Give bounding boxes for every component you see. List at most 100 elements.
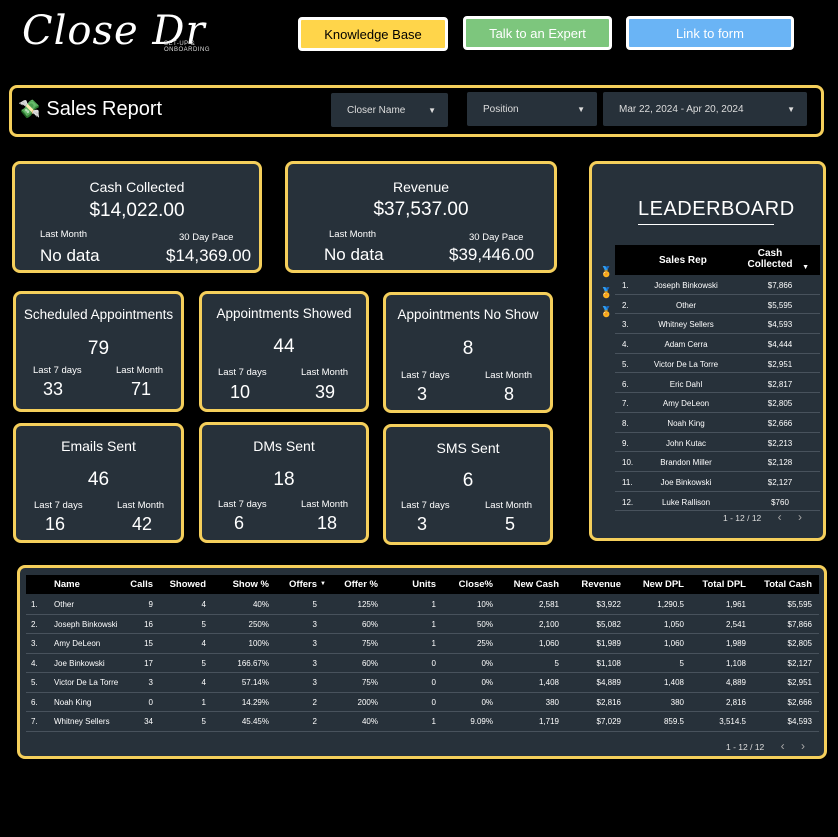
row-value: 0 bbox=[431, 678, 436, 687]
col-header[interactable]: Showed bbox=[170, 579, 206, 590]
row-rank: 2. bbox=[31, 619, 38, 629]
col-cash-collected-label: Cash Collected bbox=[747, 248, 793, 270]
table-row[interactable]: 3. Amy DeLeon 15 4 100% 3 75% 1 25% 1,060 $1,989 1,… bbox=[26, 634, 819, 654]
silver-medal-icon: 🏅 bbox=[600, 288, 613, 299]
col-header[interactable]: New Cash bbox=[514, 579, 559, 590]
col-header[interactable]: Units bbox=[412, 579, 436, 590]
row-name: Joe Binkowski bbox=[54, 658, 105, 668]
row-value: 1,408 bbox=[538, 678, 559, 687]
col-header[interactable]: Calls bbox=[130, 579, 153, 590]
col-header[interactable]: Close% bbox=[459, 579, 493, 590]
col-header[interactable]: Show % bbox=[233, 579, 269, 590]
col-header[interactable]: Revenue bbox=[581, 579, 621, 590]
row-value: 57.14% bbox=[241, 678, 269, 687]
leaderboard-row[interactable]: 12. Luke Rallison $760 bbox=[615, 492, 820, 512]
kpi-sub1-value: No data bbox=[40, 246, 100, 265]
row-value: 3 bbox=[312, 619, 317, 629]
rep-name: Joe Binkowski bbox=[660, 478, 712, 487]
position-dropdown[interactable]: Position ▼ bbox=[467, 92, 597, 126]
col-header[interactable]: Total DPL bbox=[702, 579, 746, 590]
row-value: 50% bbox=[476, 619, 493, 629]
col-sales-rep[interactable]: Sales Rep bbox=[659, 255, 707, 266]
date-range-dropdown[interactable]: Mar 22, 2024 - Apr 20, 2024 ▼ bbox=[603, 92, 807, 126]
kpi-title: Appointments Showed bbox=[216, 306, 352, 321]
kpi-title: DMs Sent bbox=[253, 438, 315, 454]
chevron-right-icon[interactable]: › bbox=[798, 510, 802, 524]
cash-collected: $2,951 bbox=[767, 359, 793, 369]
chevron-left-icon[interactable]: ‹ bbox=[781, 739, 785, 753]
row-value: 1,060 bbox=[538, 639, 559, 648]
row-value: 5 bbox=[554, 658, 559, 668]
leaderboard-row[interactable]: 8. Noah King $2,666 bbox=[615, 413, 820, 433]
col-header[interactable]: New DPL bbox=[643, 579, 684, 590]
table-row[interactable]: 7. Whitney Sellers 34 5 45.45% 2 40% 1 9.09% 1,71… bbox=[26, 712, 819, 732]
pager-label: 1 - 12 / 12 bbox=[726, 742, 765, 752]
leaderboard-row[interactable]: 4. Adam Cerra $4,444 bbox=[615, 334, 820, 354]
caret-down-icon: ▼ bbox=[428, 105, 436, 115]
row-value: 2 bbox=[312, 697, 317, 707]
leaderboard-row[interactable]: 1. Joseph Binkowski $7,866 bbox=[615, 275, 820, 295]
cash-collected: $4,593 bbox=[767, 320, 793, 330]
table-row[interactable]: 5. Victor De La Torre 3 4 57.14% 3 75% 0 0% 1,408… bbox=[26, 673, 819, 693]
row-value: 3 bbox=[312, 639, 317, 648]
kpi-sub1-value: 16 bbox=[45, 514, 66, 534]
row-value: 34 bbox=[144, 717, 153, 726]
leaderboard-row[interactable]: 7. Amy DeLeon $2,805 bbox=[615, 393, 820, 413]
cash-collected: $5,595 bbox=[767, 300, 793, 310]
row-value: 1,989 bbox=[725, 639, 746, 648]
leaderboard-row[interactable]: 11. Joe Binkowski $2,127 bbox=[615, 472, 820, 492]
knowledge-base-button[interactable]: Knowledge Base bbox=[298, 17, 448, 51]
rep-name: Other bbox=[675, 300, 696, 310]
row-value: 15 bbox=[144, 639, 153, 648]
col-header[interactable]: Total Cash bbox=[764, 579, 812, 590]
rank: 2. bbox=[622, 300, 629, 310]
cash-collected: $2,805 bbox=[767, 399, 793, 409]
col-header[interactable]: Name bbox=[54, 579, 80, 590]
kpi-sms-sent: SMS Sent 6 Last 7 days 3 Last Month 5 bbox=[383, 424, 553, 545]
row-name: Amy DeLeon bbox=[54, 639, 101, 648]
table-row[interactable]: 6. Noah King 0 1 14.29% 2 200% 0 0% 380 $2,816 380 2… bbox=[26, 693, 819, 712]
row-value: 100% bbox=[248, 639, 269, 648]
kpi-title: Revenue bbox=[392, 179, 450, 195]
leaderboard-row[interactable]: 5. Victor De La Torre $2,951 bbox=[615, 354, 820, 374]
row-value: 1,961 bbox=[725, 600, 746, 609]
col-cash-collected[interactable]: Cash Collected ▼ bbox=[741, 248, 809, 271]
table-row[interactable]: 2. Joseph Binkowski 16 5 250% 3 60% 1 50% 2,100 $5… bbox=[26, 615, 819, 634]
rank: 3. bbox=[622, 320, 629, 330]
chevron-left-icon[interactable]: ‹ bbox=[778, 510, 782, 524]
kpi-sub1-value: 10 bbox=[230, 382, 251, 402]
cash-collected: $2,128 bbox=[767, 458, 793, 468]
leaderboard-row[interactable]: 10. Brandon Miller $2,128 bbox=[615, 452, 820, 472]
row-value: $5,082 bbox=[596, 619, 621, 629]
table-row[interactable]: 4. Joe Binkowski 17 5 166.67% 3 60% 0 0% 5 $1,108 5… bbox=[26, 654, 819, 673]
talk-to-expert-button[interactable]: Talk to an Expert bbox=[463, 16, 612, 50]
table-row[interactable]: 1. Other 9 4 40% 5 125% 1 10% 2,581 $3,922 1,290.5 1… bbox=[26, 595, 819, 615]
leaderboard-row[interactable]: 9. John Kutac $2,213 bbox=[615, 433, 820, 453]
row-value: 1 bbox=[431, 717, 436, 726]
row-name: Joseph Binkowski bbox=[54, 619, 118, 629]
kpi-sub2-value: $14,369.00 bbox=[166, 246, 252, 265]
rank: 6. bbox=[622, 379, 629, 389]
kpi-sub1-value: 6 bbox=[234, 513, 245, 533]
closer-name-dropdown[interactable]: Closer Name ▼ bbox=[331, 93, 448, 127]
cash-collected: $2,666 bbox=[767, 418, 793, 428]
leaderboard-row[interactable]: 3. Whitney Sellers $4,593 bbox=[615, 314, 820, 335]
link-to-form-button[interactable]: Link to form bbox=[626, 16, 794, 50]
kpi-sub1-label: Last 7 days bbox=[401, 500, 450, 511]
row-value: 1,050 bbox=[663, 619, 684, 629]
row-rank: 1. bbox=[31, 600, 38, 609]
rank: 10. bbox=[622, 458, 634, 468]
row-value: 0 bbox=[431, 658, 436, 668]
col-header[interactable]: Offer % bbox=[344, 579, 378, 590]
chevron-right-icon[interactable]: › bbox=[801, 739, 805, 753]
kpi-value: 46 bbox=[87, 469, 110, 490]
kpi-sub2-value: 5 bbox=[505, 514, 516, 534]
col-header[interactable]: Offers bbox=[289, 579, 317, 590]
leaderboard-row[interactable]: 2. Other $5,595 bbox=[615, 295, 820, 315]
kpi-sub1-value: No data bbox=[324, 245, 384, 264]
row-value: $2,805 bbox=[787, 639, 812, 648]
kpi-sub1-value: 3 bbox=[417, 384, 428, 404]
leaderboard-row[interactable]: 6. Eric Dahl $2,817 bbox=[615, 374, 820, 394]
kpi-sub2-value: 8 bbox=[504, 384, 515, 404]
kpi-sub2-label: Last Month bbox=[301, 367, 348, 378]
